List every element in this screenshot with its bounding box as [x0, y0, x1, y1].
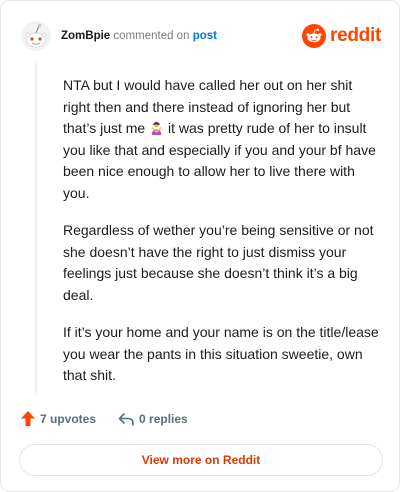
reply-button[interactable]: 0 replies: [118, 412, 188, 426]
reply-arrow-icon: [118, 412, 134, 426]
username-link[interactable]: ZomBpie: [61, 30, 110, 42]
comment-paragraph: If it’s your home and your name is on th…: [63, 324, 379, 383]
reddit-logo[interactable]: reddit: [302, 24, 381, 48]
reddit-snoo-icon: [302, 24, 327, 48]
comment-actions: 7 upvotes 0 replies: [21, 411, 210, 426]
comment-byline: ZomBpie commented on post: [61, 30, 217, 42]
upvote-count: 7 upvotes: [40, 411, 97, 426]
comment-paragraph: NTA but I would have called her out on h…: [63, 75, 381, 204]
comment-body: NTA but I would have called her out on h…: [63, 75, 381, 403]
reddit-wordmark: reddit: [330, 25, 381, 46]
user-avatar[interactable]: [21, 21, 51, 51]
view-more-on-reddit-button[interactable]: View more on Reddit: [19, 444, 383, 476]
comment-header: ZomBpie commented on post reddit: [21, 19, 381, 53]
reddit-comment-embed: ZomBpie commented on post reddit NTA but…: [0, 0, 400, 492]
upvote-button[interactable]: 7 upvotes: [21, 411, 96, 426]
thread-line[interactable]: [35, 63, 37, 393]
comment-paragraph: Regardless of wether you’re being sensit…: [63, 222, 374, 303]
reply-count: 0 replies: [139, 411, 188, 426]
post-link[interactable]: post: [193, 30, 217, 42]
upvote-arrow-icon: [21, 411, 35, 426]
byline-action-text: commented on: [113, 30, 190, 42]
person-gesturing-no-emoji-icon: [151, 121, 162, 135]
